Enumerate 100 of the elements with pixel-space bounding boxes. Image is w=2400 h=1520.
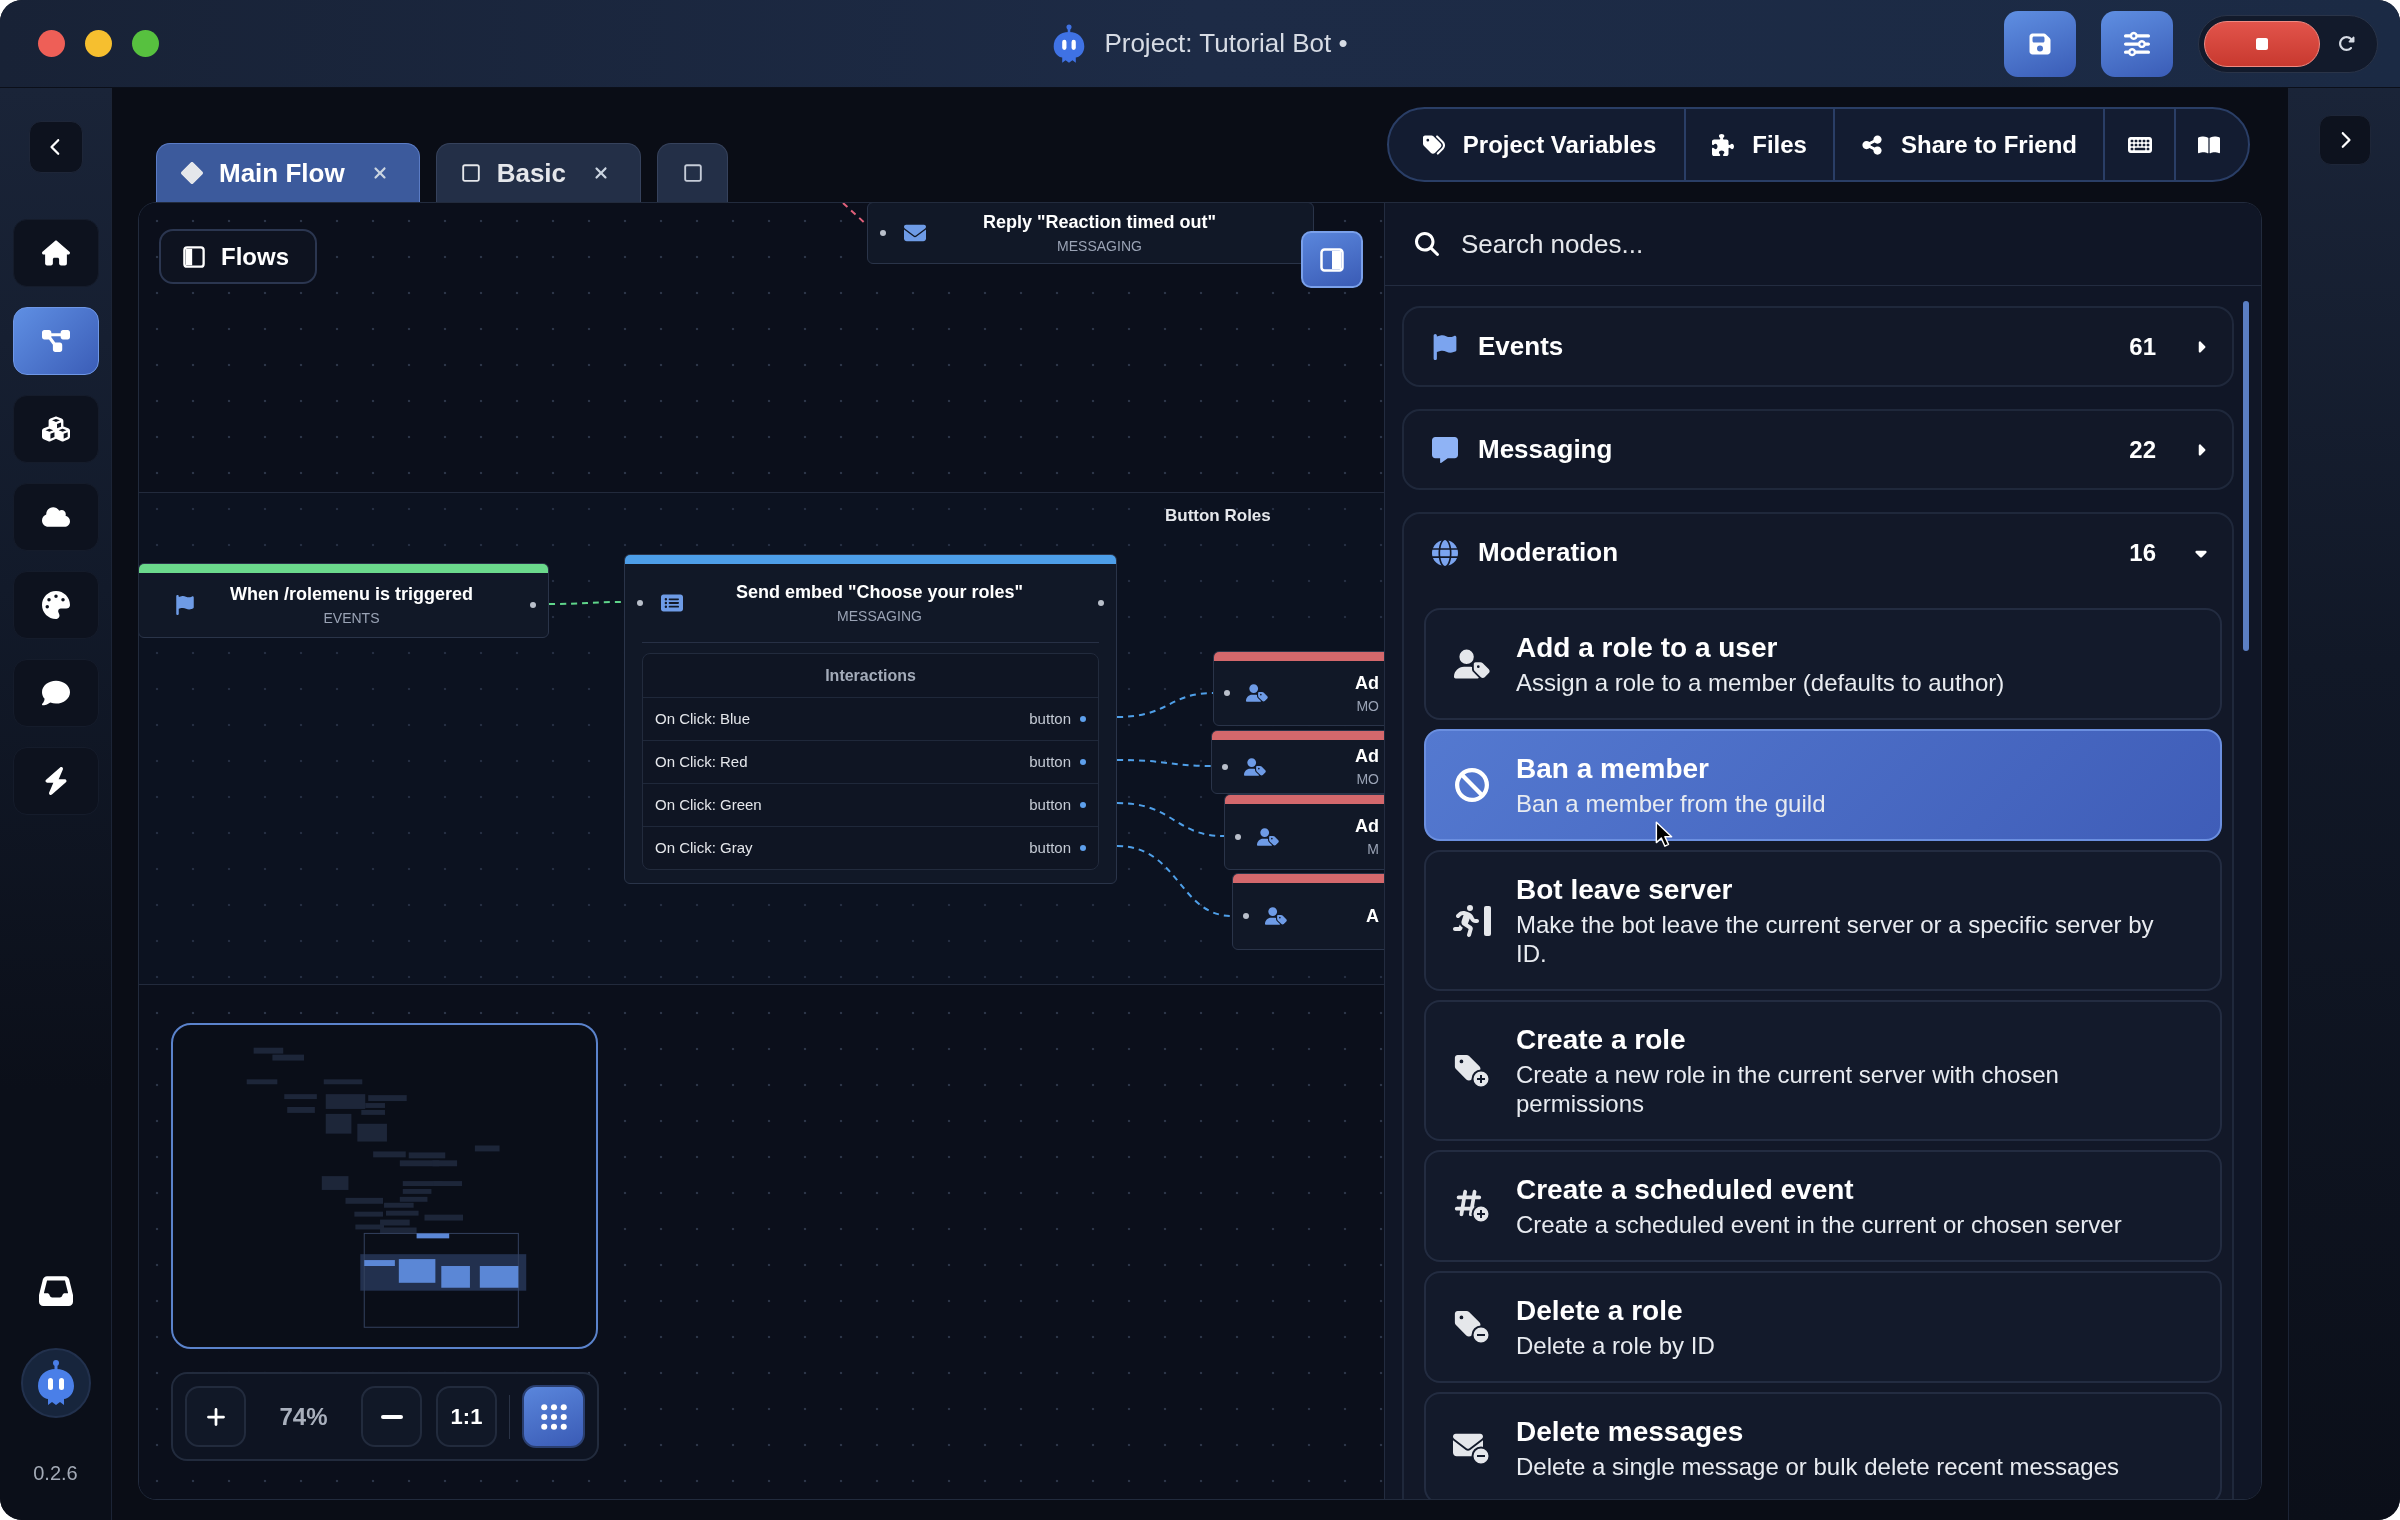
node-category: MESSAGING (837, 607, 922, 625)
zoom-in-button[interactable] (185, 1386, 246, 1447)
scrollbar-thumb[interactable] (2243, 301, 2249, 651)
port-type-label: button (1029, 837, 1071, 858)
toolbar-button[interactable]: Project Variables (1388, 109, 1685, 180)
item-title: Ban a member (1516, 752, 1709, 786)
item-description: Make the bot leave the current server or a specific server by ID. (1516, 910, 2155, 968)
flow-node[interactable]: A (1232, 873, 1384, 950)
stop-icon (2254, 35, 2270, 52)
node-category: MO (1356, 770, 1379, 788)
robot-avatar-icon[interactable] (20, 1348, 91, 1418)
window-title: Project: Tutorial Bot • (1104, 27, 1348, 60)
user-tag-icon (1246, 682, 1268, 704)
globe-icon (1432, 539, 1458, 566)
search-icon (1415, 232, 1439, 256)
item-description: Create a scheduled event in the current or chosen server (1516, 1210, 2122, 1239)
refresh-icon[interactable] (2338, 35, 2355, 52)
node-item-card[interactable]: Bot leave server Make the bot leave the current server or a specific server by ID. (1424, 850, 2222, 991)
item-description: Ban a member from the guild (1516, 789, 1826, 818)
book-icon[interactable] (2198, 133, 2220, 156)
node-item-card[interactable]: Add a role to a user Assign a role to a member (defaults to author) (1424, 608, 2222, 720)
node-title: Ad (1355, 671, 1379, 694)
zoom-level: 74% (278, 1401, 329, 1432)
user-tag-icon (1454, 648, 1490, 680)
item-count: 22 (2129, 434, 2156, 465)
item-title: Add a role to a user (1516, 631, 1778, 665)
stop-button[interactable] (2204, 20, 2320, 67)
item-title: Delete a role (1516, 1294, 1683, 1328)
flow-diagram-icon (41, 327, 70, 355)
node-item-card[interactable]: Create a role Create a new role in the current server with chosen permissions (1424, 1000, 2222, 1141)
item-title: Create a role (1516, 1023, 1686, 1057)
maximize-window-icon[interactable] (132, 30, 159, 57)
running-person-icon (1453, 902, 1491, 939)
category-name: Moderation (1478, 536, 1619, 569)
panel-icon (183, 245, 205, 268)
flow-node[interactable]: Ad MO (1211, 730, 1384, 794)
tags-icon (1422, 133, 1445, 156)
expand-button[interactable] (2318, 115, 2371, 165)
item-count: 61 (2129, 331, 2156, 362)
save-icon (2028, 31, 2052, 56)
sidebar-item[interactable] (12, 307, 99, 375)
flows-button[interactable]: Flows (159, 229, 317, 284)
robot-logo-icon (1052, 23, 1087, 64)
tab[interactable]: Basic (435, 143, 642, 202)
node-category: M (1367, 840, 1379, 858)
item-description: Delete a role by ID (1516, 1331, 1715, 1360)
diamond-icon (181, 162, 203, 184)
node-category: MESSAGING (1057, 237, 1142, 255)
sidebar-item[interactable] (12, 483, 99, 551)
flow-node[interactable]: Ad MO (1213, 651, 1384, 726)
sidebar-item[interactable] (12, 219, 99, 287)
group-label: Button Roles (1165, 505, 1271, 527)
toolbar-button[interactable]: Files (1684, 109, 1833, 180)
node-title: Reply "Reaction timed out" (982, 211, 1217, 233)
port-type-label: button (1029, 751, 1071, 772)
share-icon (1860, 133, 1883, 156)
sidebar-item[interactable] (12, 747, 99, 815)
item-description: Create a new role in the current server with chosen permissions (1516, 1060, 2060, 1118)
tab[interactable]: Main Flow (156, 143, 420, 202)
new-tab-button[interactable] (657, 143, 729, 202)
item-description: Assign a role to a member (defaults to author) (1516, 668, 2005, 697)
sidebar-item[interactable] (12, 395, 99, 463)
node-item-card[interactable]: Delete a role Delete a role by ID (1424, 1271, 2222, 1383)
grid-dots-icon (540, 1403, 567, 1430)
flag-icon (175, 595, 195, 615)
interaction-label: On Click: Blue (655, 708, 751, 729)
interaction-label: On Click: Gray (655, 837, 753, 858)
minimize-window-icon[interactable] (85, 30, 112, 57)
save-button[interactable] (2004, 10, 2076, 77)
reset-zoom-button[interactable]: 1:1 (436, 1386, 497, 1447)
user-tag-icon (1244, 755, 1266, 778)
flow-node[interactable]: Ad M (1224, 794, 1384, 870)
item-title: Bot leave server (1516, 873, 1733, 907)
zoom-out-button[interactable] (361, 1386, 422, 1447)
snap-grid-button[interactable] (522, 1385, 585, 1448)
item-count: 16 (2129, 537, 2156, 568)
item-description: Delete a single message or bulk delete recent messages (1516, 1452, 2119, 1481)
flow-node[interactable]: Send embed "Choose your roles" MESSAGING Interactions On Click: Blue button On Click: Red button On Click: Green button On Click: Gray button (624, 554, 1117, 884)
panel-toggle-button[interactable] (1301, 231, 1363, 288)
item-title: Delete messages (1516, 1415, 1744, 1449)
sidebar-item[interactable] (12, 659, 99, 727)
flow-node[interactable]: When /rolemenu is triggered EVENTS (139, 563, 549, 638)
envelope-icon (904, 222, 926, 244)
node-title: Ad (1355, 815, 1379, 837)
node-item-card[interactable]: Delete messages Delete a single message or bulk delete recent messages (1424, 1392, 2222, 1499)
chat-bubble-icon (1432, 436, 1458, 463)
node-item-card[interactable]: Create a scheduled event Create a scheduled event in the current or chosen server (1424, 1150, 2222, 1262)
flag-icon (1432, 333, 1458, 360)
collapse-button[interactable] (28, 121, 83, 173)
node-title: A (1366, 905, 1379, 927)
inbox-icon[interactable] (38, 1274, 73, 1308)
search-field[interactable]: Search nodes... (1461, 222, 2231, 266)
close-window-icon[interactable] (38, 30, 65, 57)
chat-bubble-icon (41, 679, 70, 707)
sidebar-item[interactable] (12, 571, 99, 639)
settings-button[interactable] (2101, 10, 2173, 77)
toolbar-button[interactable]: Share to Friend (1832, 109, 2103, 180)
node-category: MO (1356, 696, 1379, 715)
flow-node[interactable]: Reply "Reaction timed out" MESSAGING (867, 203, 1314, 264)
hashtag-plus-icon (1453, 1188, 1491, 1224)
